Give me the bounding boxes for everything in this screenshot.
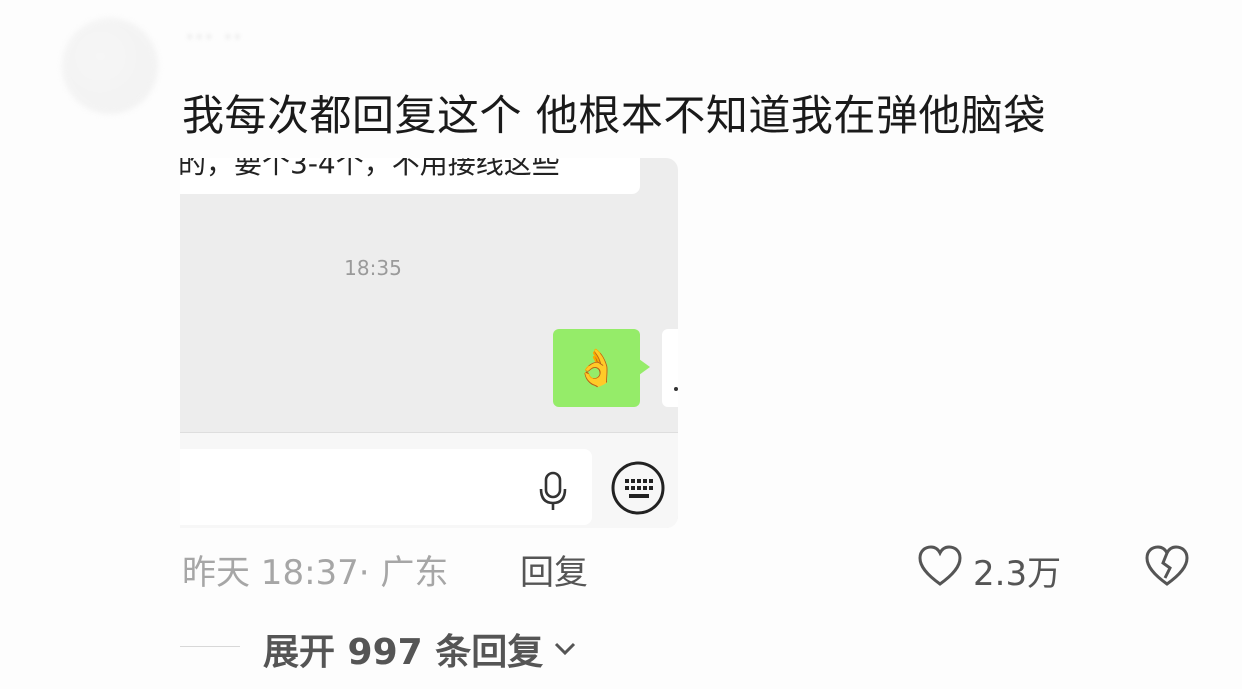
like-count: 2.3万 bbox=[973, 554, 1062, 594]
previous-message-bubble: 的，要个3-4个，不用接线这些 bbox=[180, 158, 640, 194]
comment-time-location: 昨天 18:37· 广东 bbox=[182, 553, 449, 593]
chat-input-box bbox=[180, 449, 592, 525]
replies-divider bbox=[180, 646, 240, 647]
user-avatar[interactable] bbox=[62, 18, 158, 114]
heart-icon[interactable] bbox=[916, 544, 964, 588]
username-blurred[interactable]: ··· ·· bbox=[185, 20, 242, 55]
chat-screenshot-image[interactable]: 的，要个3-4个，不用接线这些 18:35 👌 bbox=[180, 158, 678, 528]
self-avatar-partial bbox=[662, 329, 678, 407]
chat-timestamp: 18:35 bbox=[344, 256, 402, 280]
ok-hand-emoji: 👌 bbox=[574, 348, 619, 389]
comment-text: 我每次都回复这个 他根本不知道我在弹他脑袋 bbox=[182, 91, 1046, 140]
mic-icon bbox=[539, 471, 567, 510]
expand-replies-button[interactable]: 展开 997 条回复 bbox=[263, 623, 577, 675]
broken-heart-icon[interactable] bbox=[1143, 544, 1191, 588]
previous-message-fragment: 的，要个3-4个，不用接线这些 bbox=[180, 158, 560, 180]
reply-button[interactable]: 回复 bbox=[520, 545, 588, 594]
expand-replies-label: 展开 997 条回复 bbox=[263, 632, 544, 673]
keyboard-icon bbox=[611, 461, 665, 515]
chat-input-bar bbox=[180, 432, 678, 528]
chevron-down-icon bbox=[555, 642, 576, 656]
sent-message-bubble: 👌 bbox=[553, 329, 650, 407]
